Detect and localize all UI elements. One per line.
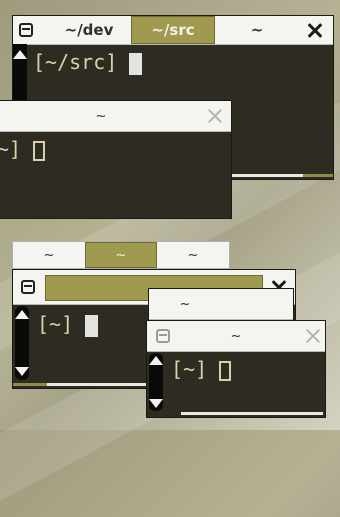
- title-bar: ~: [0, 101, 231, 132]
- scrollbar[interactable]: [15, 306, 29, 380]
- window-title: ~: [230, 328, 242, 344]
- title-bar: ~: [147, 321, 325, 352]
- terminal-window-overlay[interactable]: ~ ~]: [0, 100, 232, 219]
- text-cursor: [129, 52, 143, 75]
- tab-bar: ~: [149, 289, 293, 320]
- window-menu-icon[interactable]: [156, 329, 170, 343]
- close-icon[interactable]: [307, 22, 323, 38]
- horizontal-scrollbar[interactable]: [181, 412, 323, 415]
- tab-dev[interactable]: ~/dev: [47, 16, 131, 44]
- scroll-up-icon[interactable]: [149, 356, 163, 365]
- window-title: ~: [95, 108, 107, 124]
- terminal-prompt: [~/src]: [33, 50, 143, 75]
- tab-home-3[interactable]: ~: [157, 242, 229, 268]
- tab-home[interactable]: ~: [149, 289, 221, 319]
- scroll-thumb[interactable]: [13, 383, 47, 386]
- scroll-up-icon[interactable]: [13, 50, 27, 59]
- scroll-up-icon[interactable]: [15, 310, 29, 319]
- prompt-text: [~/src]: [33, 50, 130, 74]
- scroll-down-icon[interactable]: [149, 399, 163, 408]
- prompt-text: [~]: [171, 357, 220, 381]
- text-cursor: [219, 360, 232, 381]
- terminal-prompt: [~]: [37, 312, 99, 337]
- close-icon[interactable]: [305, 328, 321, 344]
- tab-bar: ~/dev ~/src ~: [13, 16, 333, 45]
- scroll-down-icon[interactable]: [15, 367, 29, 376]
- terminal-prompt: ~]: [0, 137, 46, 161]
- close-icon[interactable]: [207, 108, 223, 124]
- scrollbar[interactable]: [149, 353, 163, 411]
- text-cursor: [33, 140, 46, 161]
- prompt-text: ~]: [0, 137, 34, 161]
- tab-home-2[interactable]: ~: [85, 242, 157, 268]
- terminal-prompt: [~]: [171, 357, 232, 381]
- prompt-text: [~]: [37, 312, 86, 336]
- terminal-window-front[interactable]: ~ [~]: [146, 320, 326, 418]
- tab-home[interactable]: ~: [215, 16, 299, 44]
- tab-home-1[interactable]: ~: [13, 242, 85, 268]
- window-menu-icon[interactable]: [21, 280, 35, 294]
- scroll-thumb[interactable]: [303, 174, 333, 177]
- window-menu-icon[interactable]: [19, 23, 33, 37]
- tab-bar-bottom: ~ ~ ~: [12, 241, 230, 269]
- text-cursor: [85, 314, 99, 337]
- tab-src[interactable]: ~/src: [131, 16, 215, 44]
